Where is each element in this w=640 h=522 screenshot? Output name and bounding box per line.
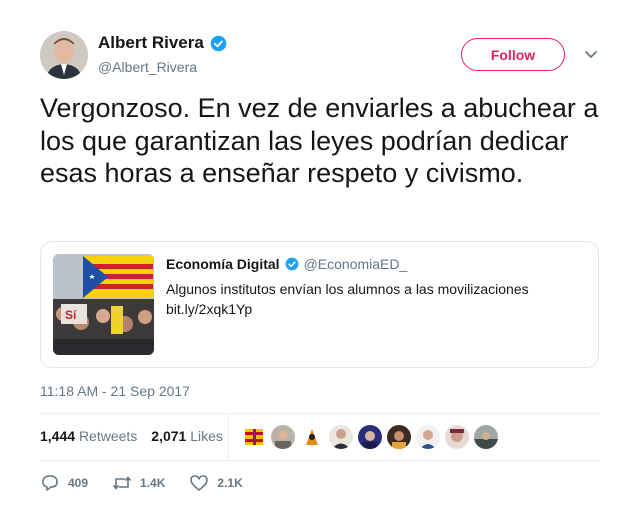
quoted-tweet-image[interactable]: Sí — [53, 254, 154, 355]
quoted-tweet-text: Algunos institutos envían los alumnos a … — [166, 279, 586, 319]
divider — [40, 413, 600, 414]
liker-avatars — [242, 425, 498, 449]
quoted-author[interactable]: Economía Digital @EconomiaED_ — [166, 256, 407, 272]
liker-avatar[interactable] — [387, 425, 411, 449]
chevron-down-icon[interactable] — [583, 48, 599, 62]
like-count: 2.1K — [217, 476, 243, 490]
author-avatar[interactable] — [40, 31, 88, 79]
follow-button[interactable]: Follow — [461, 38, 565, 71]
author-name[interactable]: Albert Rivera — [98, 33, 227, 53]
retweets-stat[interactable]: 1,444 Retweets — [40, 428, 137, 444]
liker-avatar[interactable] — [474, 425, 498, 449]
quoted-tweet-link[interactable]: bit.ly/2xqk1Yp — [166, 299, 586, 319]
reply-icon — [42, 475, 58, 491]
liker-avatar[interactable] — [329, 425, 353, 449]
retweet-icon — [112, 476, 132, 490]
quoted-tweet-body: Algunos institutos envían los alumnos a … — [166, 281, 529, 297]
retweets-label: Retweets — [78, 428, 138, 444]
liker-avatar[interactable] — [445, 425, 469, 449]
retweets-count: 1,444 — [40, 428, 76, 444]
svg-text:Sí: Sí — [65, 308, 77, 322]
like-button[interactable]: 2.1K — [189, 474, 243, 492]
likes-label: Likes — [190, 428, 223, 444]
tweet-text: Vergonzoso. En vez de enviarles a abuche… — [40, 93, 599, 188]
tweet-timestamp[interactable]: 11:18 AM - 21 Sep 2017 — [40, 383, 190, 399]
stats-divider — [228, 415, 229, 459]
liker-avatar[interactable] — [416, 425, 440, 449]
quoted-author-handle[interactable]: @EconomiaED_ — [304, 256, 408, 272]
retweet-count: 1.4K — [140, 476, 166, 490]
liker-avatar[interactable] — [271, 425, 295, 449]
heart-icon — [190, 475, 209, 491]
author-handle[interactable]: @Albert_Rivera — [98, 59, 197, 75]
verified-badge-icon — [210, 35, 227, 51]
likes-count: 2,071 — [151, 428, 187, 444]
liker-avatar[interactable] — [242, 425, 266, 449]
liker-avatar[interactable] — [358, 425, 382, 449]
likes-stat[interactable]: 2,071 Likes — [151, 428, 223, 444]
reply-count: 409 — [68, 476, 89, 490]
tweet-actions: 409 1.4K 2.1K — [40, 474, 267, 492]
divider — [40, 460, 600, 461]
verified-badge-icon — [285, 257, 298, 271]
quoted-author-name[interactable]: Economía Digital — [166, 256, 280, 272]
tweet-stats: 1,444 Retweets 2,071 Likes — [40, 428, 223, 444]
reply-button[interactable]: 409 — [40, 474, 88, 492]
retweet-button[interactable]: 1.4K — [112, 474, 165, 492]
author-name-text[interactable]: Albert Rivera — [98, 33, 204, 53]
liker-avatar[interactable] — [300, 425, 324, 449]
